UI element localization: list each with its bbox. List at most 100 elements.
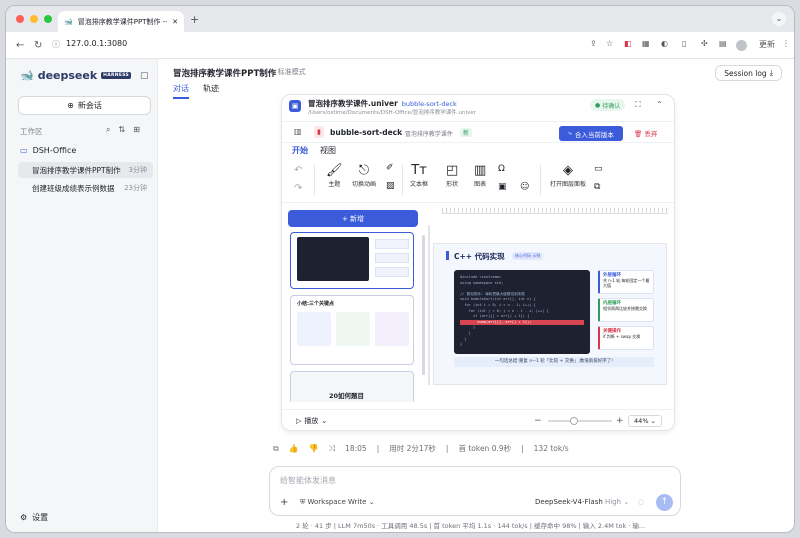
theme-button[interactable]: 🖌 主题: [326, 163, 343, 188]
expand-icon[interactable]: ⛶: [635, 100, 641, 110]
folder-dsh-office[interactable]: ▭ DSH-Office: [20, 146, 76, 155]
branch-icon[interactable]: ⤨: [329, 444, 335, 454]
browser-tab[interactable]: 🐋 冒泡排序教学课件PPT制作 -- Dee ✕: [58, 11, 184, 32]
site-info-icon[interactable]: ⓘ: [52, 39, 60, 50]
new-folder-icon[interactable]: ⊞: [133, 125, 140, 135]
search-icon[interactable]: ⌕: [106, 125, 110, 135]
file-badge: bubble-sort-deck: [401, 100, 457, 108]
copy-icon[interactable]: ⧉: [273, 444, 279, 454]
message-composer[interactable]: 给智能体发消息 + ⛨ Workspace Write ⌄ DeepSeek-V…: [269, 466, 681, 516]
omega-icon[interactable]: Ω: [498, 164, 505, 174]
avatar[interactable]: [736, 40, 747, 51]
emoji-icon[interactable]: ☺: [520, 182, 529, 192]
sidepanel-icon[interactable]: ▯: [682, 39, 686, 48]
card-bottom-bar: ▷ 播放 ⌄ − + 44% ⌄: [282, 409, 674, 430]
layers-icon: ◈: [563, 163, 573, 178]
minimize-window-button[interactable]: [30, 15, 38, 23]
chart-label: 图表: [474, 181, 487, 188]
extension-icon[interactable]: ◧: [624, 39, 632, 48]
comment-icon[interactable]: ▭: [594, 164, 603, 174]
usage-status-bar: 2 轮 · 41 步 | LLM 7m50s · 工具调用 48.5s | 首 …: [296, 522, 646, 530]
paint-icon[interactable]: ✐: [386, 163, 394, 173]
merge-button[interactable]: ⤷ 合入当前版本: [559, 126, 623, 141]
thumbs-up-icon[interactable]: 👍: [289, 444, 299, 453]
transition-icon: ⎋: [358, 163, 370, 178]
downloads-icon[interactable]: ▤: [719, 39, 727, 48]
image-icon[interactable]: ▣: [498, 182, 507, 192]
session-item[interactable]: 创建班级成绩表示例数据 23分钟: [18, 180, 153, 196]
send-button[interactable]: ↑: [656, 494, 673, 511]
url-field[interactable]: 127.0.0.1:3080: [66, 39, 127, 48]
code-line: for (int i = 0; i < n - 1; i++) {: [460, 302, 536, 307]
collapse-icon[interactable]: ⌃: [656, 100, 663, 109]
new-tab-icon[interactable]: +: [190, 13, 199, 26]
filter-icon[interactable]: ⇅: [118, 125, 125, 135]
model-select[interactable]: DeepSeek-V4-Flash High ⌄: [535, 498, 629, 506]
menu-tab-start[interactable]: 开始: [292, 145, 308, 156]
mode-indicator[interactable]: ⌂ 标准模式: [271, 67, 306, 77]
sidebar-toggle-icon[interactable]: ▥: [294, 127, 302, 136]
session-time: 3分钟: [128, 166, 147, 174]
zoom-slider-handle[interactable]: [570, 417, 578, 425]
thumbnail-scrollbar[interactable]: [422, 235, 425, 375]
slide-tag: 核心代码 示例: [512, 252, 544, 260]
session-item[interactable]: 冒泡排序教学课件PPT制作 3分钟: [18, 162, 153, 178]
text-icon: Tт: [411, 163, 427, 178]
menu-tab-view[interactable]: 视图: [320, 145, 336, 156]
thumb-note: [375, 239, 409, 249]
editor-menu-tabs: 开始 视图: [292, 145, 336, 156]
more-icon[interactable]: ⋮: [782, 39, 790, 48]
bookmark-icon[interactable]: ☆: [606, 39, 613, 48]
shape-button[interactable]: ◰ 形状: [446, 163, 458, 188]
extension2-icon[interactable]: ▦: [642, 39, 650, 48]
attach-icon[interactable]: +: [280, 497, 288, 508]
first-token: 首 token 0.9秒: [458, 444, 512, 453]
folder-name: DSH-Office: [32, 146, 77, 155]
discard-button[interactable]: 🗑 丢弃: [634, 128, 657, 138]
session-log-label: Session log: [724, 68, 767, 78]
undo-icon[interactable]: ↶: [294, 165, 302, 176]
layers-button[interactable]: ◈ 打开图层面板: [550, 163, 586, 188]
deck-name: bubble-sort-deck: [330, 128, 403, 137]
add-slide-button[interactable]: + 新增: [288, 210, 418, 227]
slide-thumb[interactable]: [290, 232, 414, 289]
redo-icon[interactable]: ↷: [294, 183, 302, 194]
slide-thumb[interactable]: 小结:三个关键点: [290, 295, 414, 365]
play-button[interactable]: ▷ 播放 ⌄: [296, 416, 327, 426]
textbox-button[interactable]: Tт 文本框: [410, 163, 428, 188]
message-input[interactable]: 给智能体发消息: [280, 475, 336, 486]
shape-label: 形状: [446, 181, 459, 188]
zoom-select[interactable]: 44% ⌄: [628, 415, 662, 427]
extension3-icon[interactable]: ◐: [661, 39, 668, 48]
slide-thumb[interactable]: 20如何题目: [290, 371, 414, 402]
close-window-button[interactable]: [16, 15, 24, 23]
zoom-slider[interactable]: [548, 420, 612, 422]
update-button[interactable]: 更新: [759, 39, 775, 50]
slide-canvas[interactable]: C++ 代码实现 核心代码 示例 #include <iostream> usi…: [433, 243, 667, 385]
format-icon[interactable]: ▨: [386, 181, 395, 191]
chart-button[interactable]: ▥ 图表: [474, 163, 486, 188]
session-log-button[interactable]: Session log ⤓: [715, 65, 782, 81]
collapse-sidebar-icon[interactable]: ▢: [140, 71, 149, 81]
copy-icon[interactable]: ⧉: [594, 182, 600, 192]
zoom-window-button[interactable]: [44, 15, 52, 23]
zoom-out-icon[interactable]: −: [534, 416, 542, 426]
brand-logo[interactable]: 🐋 deepseek HARNESS: [20, 69, 132, 82]
back-icon[interactable]: ←: [16, 40, 24, 51]
zoom-in-icon[interactable]: +: [616, 416, 624, 426]
close-tab-icon[interactable]: ✕: [172, 18, 178, 26]
settings-button[interactable]: ⚙ 设置: [20, 512, 48, 523]
tab-menu-icon[interactable]: ⌄: [772, 12, 786, 26]
layers-label: 打开图层面板: [550, 181, 587, 188]
transition-button[interactable]: ⎋ 切换动画: [352, 163, 376, 188]
bar-chart-icon: ▥: [474, 163, 487, 178]
browser-tab-bar: 🐋 冒泡排序教学课件PPT制作 -- Dee ✕ + ⌄: [6, 6, 794, 32]
tab-trace[interactable]: 轨迹: [203, 83, 219, 99]
workspace-mode-select[interactable]: ⛨ Workspace Write ⌄: [300, 498, 375, 507]
thumbs-down-icon[interactable]: 👎: [309, 444, 319, 453]
extensions-icon[interactable]: ✣: [701, 39, 708, 48]
reload-icon[interactable]: ↻: [34, 40, 42, 51]
share-icon[interactable]: ⇪: [590, 39, 597, 48]
new-chat-button[interactable]: ⊕ 新会话: [18, 96, 151, 115]
tab-chat[interactable]: 对话: [173, 83, 189, 99]
